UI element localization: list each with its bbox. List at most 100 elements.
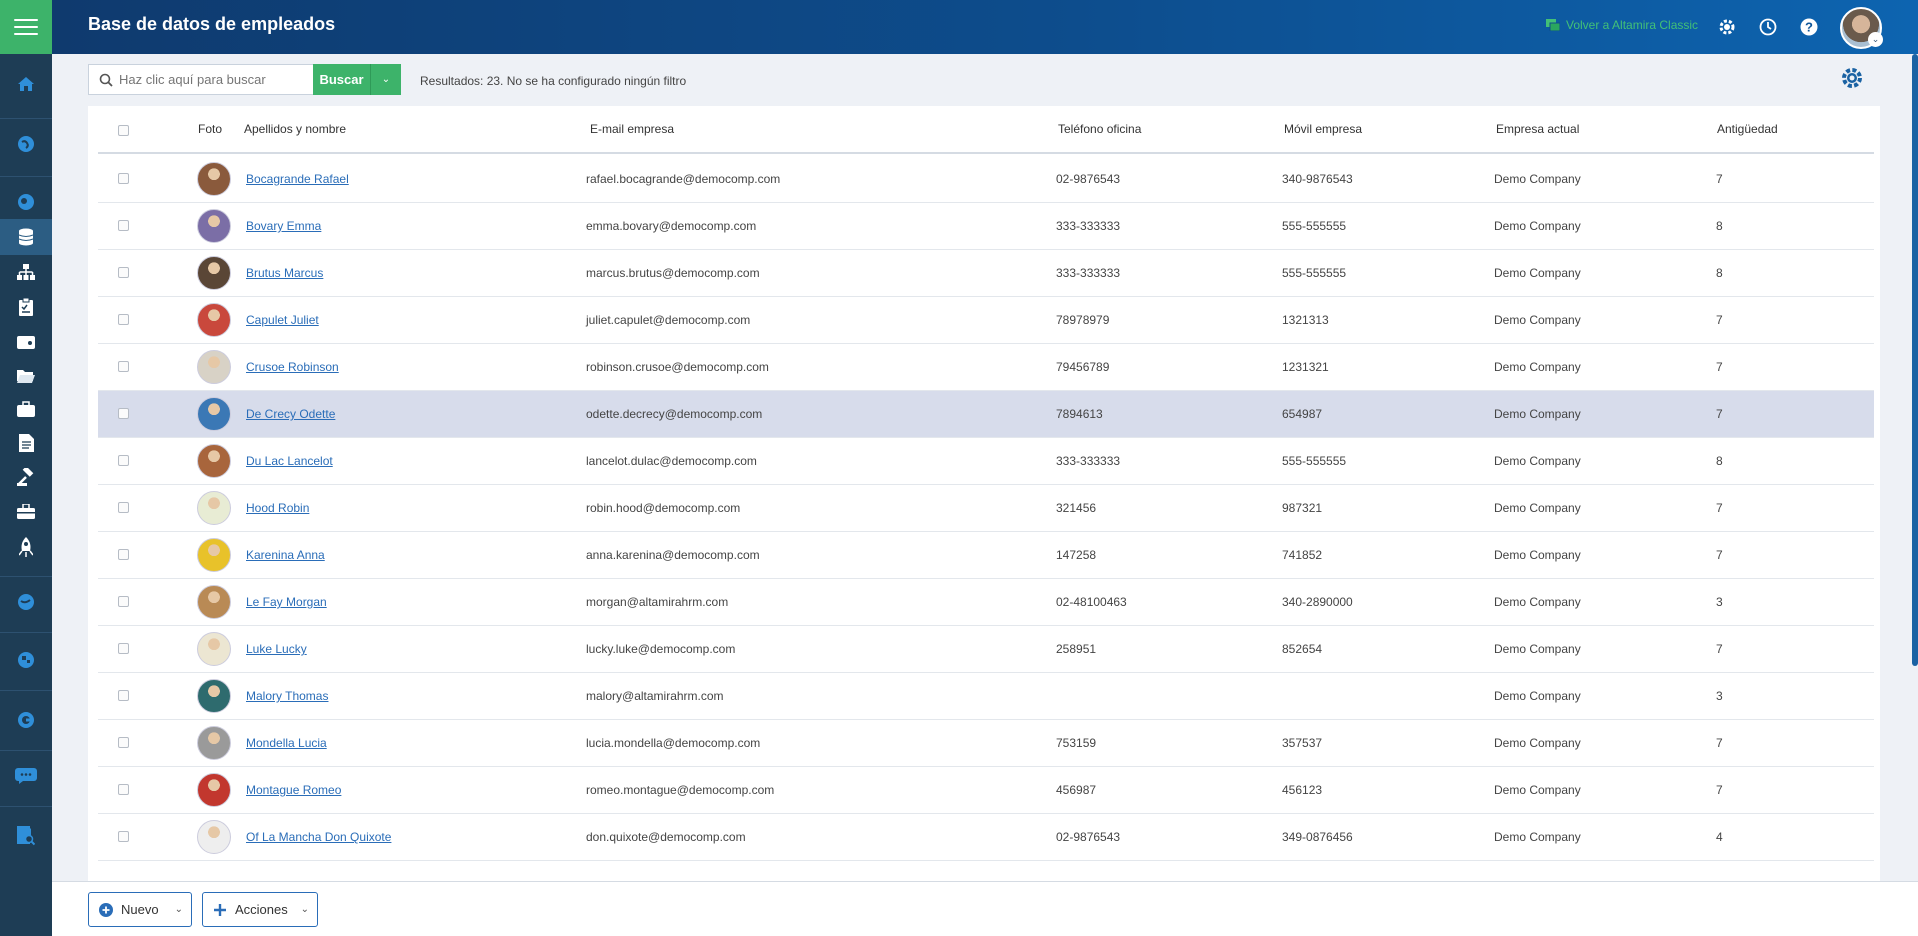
new-button[interactable]: Nuevo ⌄ xyxy=(88,892,192,927)
employee-name-link[interactable]: Hood Robin xyxy=(246,501,309,515)
actions-button[interactable]: Acciones ⌄ xyxy=(202,892,318,927)
table-row[interactable]: De Crecy Odette odette.decrecy@democomp.c… xyxy=(98,391,1874,438)
phone-cell: 333-333333 xyxy=(1056,266,1121,280)
employee-name-link[interactable]: De Crecy Odette xyxy=(246,407,335,421)
header-phone[interactable]: Teléfono oficina xyxy=(1058,122,1141,136)
employee-name-link[interactable]: Capulet Juliet xyxy=(246,313,319,327)
table-row[interactable]: Bovary Emma emma.bovary@democomp.com 333-3… xyxy=(98,203,1874,250)
row-checkbox[interactable] xyxy=(118,549,129,560)
search-report-icon[interactable] xyxy=(0,818,52,854)
search-input[interactable] xyxy=(119,72,299,87)
email-cell: romeo.montague@democomp.com xyxy=(586,783,775,797)
company-cell: Demo Company xyxy=(1494,219,1581,233)
header-mobile[interactable]: Móvil empresa xyxy=(1284,122,1362,136)
briefcase-icon[interactable] xyxy=(0,391,52,427)
table-row[interactable]: Bocagrande Rafael rafael.bocagrande@democ… xyxy=(98,156,1874,203)
rocket-icon[interactable] xyxy=(0,529,52,565)
employee-name-link[interactable]: Crusoe Robinson xyxy=(246,360,339,374)
employee-name-link[interactable]: Of La Mancha Don Quixote xyxy=(246,830,391,844)
row-checkbox[interactable] xyxy=(118,173,129,184)
table-row[interactable]: Karenina Anna anna.karenina@democomp.com 1… xyxy=(98,532,1874,579)
row-checkbox[interactable] xyxy=(118,361,129,372)
employee-name-link[interactable]: Le Fay Morgan xyxy=(246,595,327,609)
employee-name-link[interactable]: Du Lac Lancelot xyxy=(246,454,333,468)
scrollbar-thumb[interactable] xyxy=(1912,54,1918,666)
employee-name-link[interactable]: Bocagrande Rafael xyxy=(246,172,349,186)
employee-name-link[interactable]: Brutus Marcus xyxy=(246,266,323,280)
row-checkbox[interactable] xyxy=(118,831,129,842)
phone-cell: 333-333333 xyxy=(1056,454,1121,468)
employee-photo xyxy=(197,256,231,290)
search-options-dropdown[interactable]: ⌄ xyxy=(371,64,401,95)
table-row[interactable]: Malory Thomas malory@altamirahrm.com Demo … xyxy=(98,673,1874,720)
row-checkbox[interactable] xyxy=(118,737,129,748)
table-row[interactable]: Luke Lucky lucky.luke@democomp.com 258951 8… xyxy=(98,626,1874,673)
table-row[interactable]: Mondella Lucia lucia.mondella@democomp.co… xyxy=(98,720,1874,767)
org-chart-icon[interactable] xyxy=(0,254,52,290)
gavel-icon[interactable] xyxy=(0,459,52,495)
email-cell: robin.hood@democomp.com xyxy=(586,501,741,515)
header-name[interactable]: Apellidos y nombre xyxy=(244,122,346,136)
home-icon[interactable] xyxy=(0,66,52,102)
globe-icon[interactable] xyxy=(0,126,52,162)
table-row[interactable]: Capulet Juliet juliet.capulet@democomp.co… xyxy=(98,297,1874,344)
search-button[interactable]: Buscar xyxy=(313,64,371,95)
row-checkbox[interactable] xyxy=(118,643,129,654)
table-row[interactable]: Crusoe Robinson robinson.crusoe@democomp.… xyxy=(98,344,1874,391)
employee-photo xyxy=(197,679,231,713)
database-icon[interactable] xyxy=(0,219,52,255)
globe-icon[interactable] xyxy=(0,702,52,738)
email-cell: robinson.crusoe@democomp.com xyxy=(586,360,769,374)
header-seniority[interactable]: Antigüedad xyxy=(1717,122,1778,136)
row-checkbox[interactable] xyxy=(118,690,129,701)
row-checkbox[interactable] xyxy=(118,314,129,325)
table-row[interactable]: Du Lac Lancelot lancelot.dulac@democomp.c… xyxy=(98,438,1874,485)
row-checkbox[interactable] xyxy=(118,596,129,607)
chevron-down-icon: ⌄ xyxy=(174,904,183,915)
employee-name-link[interactable]: Luke Lucky xyxy=(246,642,307,656)
menu-button[interactable] xyxy=(0,0,52,54)
classic-link[interactable]: Volver a Altamira Classic xyxy=(1546,18,1698,32)
employee-name-link[interactable]: Malory Thomas xyxy=(246,689,328,703)
row-checkbox[interactable] xyxy=(118,502,129,513)
table-row[interactable]: Montague Romeo romeo.montague@democomp.co… xyxy=(98,767,1874,814)
employee-name-link[interactable]: Montague Romeo xyxy=(246,783,341,797)
chat-icon[interactable] xyxy=(0,758,52,794)
email-cell: morgan@altamirahrm.com xyxy=(586,595,729,609)
globe-icon[interactable] xyxy=(0,184,52,220)
document-icon[interactable] xyxy=(0,425,52,461)
folder-icon[interactable] xyxy=(0,357,52,393)
gear-icon[interactable] xyxy=(1716,16,1738,38)
employee-photo xyxy=(197,585,231,619)
table-row[interactable]: Le Fay Morgan morgan@altamirahrm.com 02-48… xyxy=(98,579,1874,626)
toolbox-icon[interactable] xyxy=(0,493,52,529)
employee-name-link[interactable]: Karenina Anna xyxy=(246,548,325,562)
row-checkbox[interactable] xyxy=(118,784,129,795)
select-all-checkbox[interactable] xyxy=(118,125,129,136)
employee-name-link[interactable]: Bovary Emma xyxy=(246,219,321,233)
globe-icon[interactable] xyxy=(0,584,52,620)
phone-cell: 79456789 xyxy=(1056,360,1110,374)
results-summary: Resultados: 23. No se ha configurado nin… xyxy=(420,74,687,88)
wallet-icon[interactable] xyxy=(0,323,52,359)
plus-circle-icon xyxy=(99,902,113,917)
header-company[interactable]: Empresa actual xyxy=(1496,122,1579,136)
company-cell: Demo Company xyxy=(1494,595,1581,609)
table-row[interactable]: Of La Mancha Don Quixote don.quixote@demo… xyxy=(98,814,1874,861)
puzzle-icon[interactable] xyxy=(0,642,52,678)
clipboard-icon[interactable] xyxy=(0,289,52,325)
row-checkbox[interactable] xyxy=(118,220,129,231)
table-row[interactable]: Brutus Marcus marcus.brutus@democomp.com 3… xyxy=(98,250,1874,297)
chevron-down-icon[interactable]: ⌄ xyxy=(1868,32,1883,47)
row-checkbox[interactable] xyxy=(118,408,129,419)
row-checkbox[interactable] xyxy=(118,267,129,278)
header-email[interactable]: E-mail empresa xyxy=(590,122,674,136)
table-settings-gear-icon[interactable] xyxy=(1840,66,1864,90)
header-photo[interactable]: Foto xyxy=(198,122,222,136)
table-row[interactable]: Hood Robin robin.hood@democomp.com 321456 9… xyxy=(98,485,1874,532)
history-icon[interactable] xyxy=(1757,16,1779,38)
employee-name-link[interactable]: Mondella Lucia xyxy=(246,736,327,750)
row-checkbox[interactable] xyxy=(118,455,129,466)
mobile-cell: 555-555555 xyxy=(1282,266,1347,280)
help-icon[interactable]: ? xyxy=(1798,16,1820,38)
